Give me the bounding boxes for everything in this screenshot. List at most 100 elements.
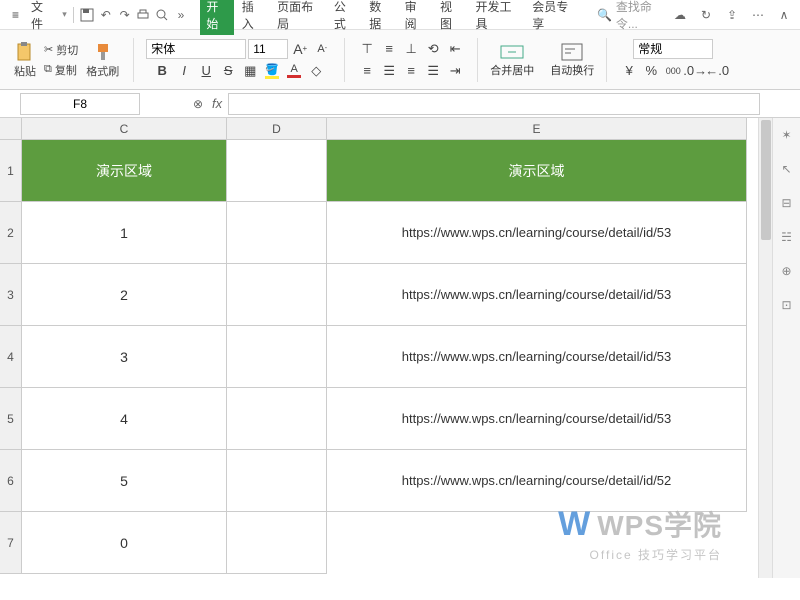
wrap-text-button[interactable]: 自动换行 — [546, 40, 598, 80]
print-icon[interactable] — [136, 7, 151, 23]
cell-e4[interactable]: https://www.wps.cn/learning/course/detai… — [327, 326, 747, 388]
cloud-icon[interactable]: ☁ — [672, 7, 688, 23]
row-header[interactable]: 3 — [0, 264, 22, 326]
tab-dev[interactable]: 开发工具 — [469, 0, 524, 35]
settings-icon[interactable]: ⊟ — [778, 194, 796, 212]
formula-input[interactable] — [228, 93, 760, 115]
tab-layout[interactable]: 页面布局 — [271, 0, 326, 35]
cut-button[interactable]: ✂剪切 — [42, 41, 80, 59]
align-middle-icon[interactable]: ≡ — [379, 39, 399, 59]
cell-e6[interactable]: https://www.wps.cn/learning/course/detai… — [327, 450, 747, 512]
select-all-corner[interactable] — [0, 118, 22, 140]
cell-e5[interactable]: https://www.wps.cn/learning/course/detai… — [327, 388, 747, 450]
more-icon[interactable]: ⋯ — [750, 7, 766, 23]
print-preview-icon[interactable] — [155, 7, 170, 23]
fill-color-button[interactable]: 🪣 — [262, 61, 282, 81]
italic-button[interactable]: I — [174, 61, 194, 81]
align-left-icon[interactable]: ≡ — [357, 61, 377, 81]
font-color-button[interactable]: A — [284, 61, 304, 81]
col-header-d[interactable]: D — [227, 118, 327, 140]
cell-d2[interactable] — [227, 202, 327, 264]
tab-member[interactable]: 会员专享 — [526, 0, 581, 35]
more-qat-icon[interactable]: » — [174, 7, 189, 23]
clear-format-button[interactable]: ◇ — [306, 61, 326, 81]
font-size-select[interactable] — [248, 39, 288, 59]
align-top-icon[interactable]: ⊤ — [357, 39, 377, 59]
row-header[interactable]: 6 — [0, 450, 22, 512]
cell-reference-input[interactable] — [20, 93, 140, 115]
paste-button[interactable]: 粘贴 — [12, 39, 38, 81]
decrease-font-icon[interactable]: A- — [312, 39, 332, 59]
cell-d7[interactable] — [227, 512, 327, 574]
row-header[interactable]: 2 — [0, 202, 22, 264]
percent-icon[interactable]: % — [641, 61, 661, 81]
command-search[interactable]: 🔍 查找命令... — [597, 0, 668, 32]
cell-c5[interactable]: 4 — [22, 388, 227, 450]
cell-d3[interactable] — [227, 264, 327, 326]
vertical-scrollbar[interactable] — [758, 118, 772, 578]
row-header[interactable]: 5 — [0, 388, 22, 450]
undo-icon[interactable]: ↶ — [98, 7, 113, 23]
cell-d6[interactable] — [227, 450, 327, 512]
assistant-icon[interactable]: ✶ — [778, 126, 796, 144]
cell-e1[interactable]: 演示区域 — [327, 140, 747, 202]
file-menu[interactable]: 文件 — [27, 0, 57, 34]
border-button[interactable]: ▦ — [240, 61, 260, 81]
underline-button[interactable]: U — [196, 61, 216, 81]
more-panel-icon[interactable]: ⊡ — [778, 296, 796, 314]
cell-c3[interactable]: 2 — [22, 264, 227, 326]
copy-button[interactable]: ⧉复制 — [42, 61, 80, 79]
align-center-icon[interactable]: ☰ — [379, 61, 399, 81]
tab-data[interactable]: 数据 — [363, 0, 396, 35]
cell-d1[interactable] — [227, 140, 327, 202]
increase-font-icon[interactable]: A+ — [290, 39, 310, 59]
row-header[interactable]: 1 — [0, 140, 22, 202]
indent-inc-icon[interactable]: ⇥ — [445, 61, 465, 81]
tab-review[interactable]: 审阅 — [399, 0, 432, 35]
dec-decrease-icon[interactable]: ←.0 — [707, 61, 727, 81]
merge-center-button[interactable]: 合并居中 — [486, 40, 538, 80]
cell-e2[interactable]: https://www.wps.cn/learning/course/detai… — [327, 202, 747, 264]
cell-c7[interactable]: 0 — [22, 512, 227, 574]
cell-c6[interactable]: 5 — [22, 450, 227, 512]
row-header[interactable]: 7 — [0, 512, 22, 574]
menu-hamburger[interactable]: ≡ — [8, 6, 23, 24]
sync-icon[interactable]: ↻ — [698, 7, 714, 23]
strike-button[interactable]: S — [218, 61, 238, 81]
tab-start[interactable]: 开始 — [200, 0, 233, 35]
tab-view[interactable]: 视图 — [434, 0, 467, 35]
backup-icon[interactable]: ⊕ — [778, 262, 796, 280]
format-painter-button[interactable]: 格式刷 — [84, 39, 121, 81]
collapse-ribbon-icon[interactable]: ∧ — [776, 7, 792, 23]
properties-icon[interactable]: ☵ — [778, 228, 796, 246]
select-icon[interactable]: ↖ — [778, 160, 796, 178]
font-family-select[interactable] — [146, 39, 246, 59]
bold-button[interactable]: B — [152, 61, 172, 81]
scrollbar-thumb[interactable] — [761, 120, 771, 240]
col-header-c[interactable]: C — [22, 118, 227, 140]
cancel-formula-icon[interactable]: ⊗ — [190, 96, 206, 112]
align-bottom-icon[interactable]: ⊥ — [401, 39, 421, 59]
cell-d4[interactable] — [227, 326, 327, 388]
currency-icon[interactable]: ¥ — [619, 61, 639, 81]
tab-formula[interactable]: 公式 — [328, 0, 361, 35]
dec-increase-icon[interactable]: .0→ — [685, 61, 705, 81]
cell-c4[interactable]: 3 — [22, 326, 227, 388]
save-icon[interactable] — [80, 7, 95, 23]
col-header-e[interactable]: E — [327, 118, 747, 140]
number-format-select[interactable] — [633, 39, 713, 59]
fx-icon[interactable]: fx — [212, 96, 222, 111]
orientation-icon[interactable]: ⟲ — [423, 39, 443, 59]
share-icon[interactable]: ⇪ — [724, 7, 740, 23]
row-header[interactable]: 4 — [0, 326, 22, 388]
cell-c1[interactable]: 演示区域 — [22, 140, 227, 202]
tab-insert[interactable]: 插入 — [236, 0, 269, 35]
cell-c2[interactable]: 1 — [22, 202, 227, 264]
cell-d5[interactable] — [227, 388, 327, 450]
align-right-icon[interactable]: ≡ — [401, 61, 421, 81]
cell-e3[interactable]: https://www.wps.cn/learning/course/detai… — [327, 264, 747, 326]
justify-icon[interactable]: ☰ — [423, 61, 443, 81]
indent-dec-icon[interactable]: ⇤ — [445, 39, 465, 59]
redo-icon[interactable]: ↷ — [117, 7, 132, 23]
thousands-icon[interactable]: 000 — [663, 61, 683, 81]
